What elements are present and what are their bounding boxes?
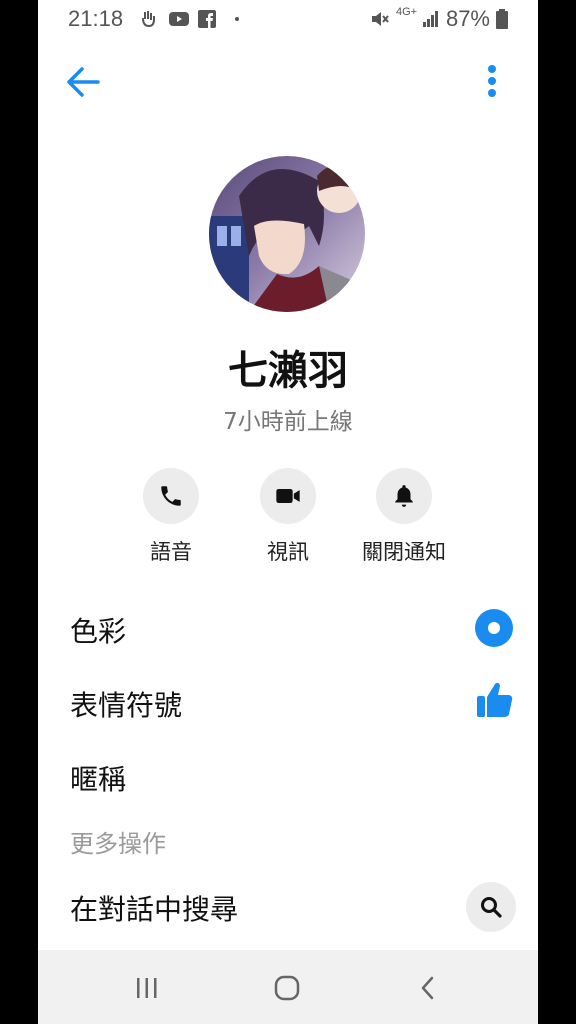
left-border (0, 0, 38, 1024)
signal-icon (423, 11, 438, 27)
thumbs-up-icon (477, 682, 513, 717)
color-label: 色彩 (70, 615, 127, 648)
more-options-button[interactable] (480, 62, 504, 102)
mute-icon (372, 12, 389, 26)
color-swatch-icon (475, 609, 513, 647)
color-row[interactable]: 色彩 (70, 604, 513, 654)
contact-name: 七瀨羽 (228, 348, 348, 394)
video-call-button[interactable]: 視訊 (228, 468, 348, 566)
network-label: 4G+ (396, 6, 418, 18)
more-vertical-icon (488, 65, 496, 97)
video-call-circle[interactable] (260, 468, 316, 524)
battery-icon (496, 9, 508, 29)
battery-percent: 87% (445, 6, 490, 31)
back-nav-icon[interactable] (418, 975, 438, 1001)
mute-notifications-button[interactable]: 關閉通知 (344, 468, 464, 566)
system-navigation-bar (38, 950, 538, 1024)
voice-call-label: 語音 (150, 540, 192, 564)
phone-screen: 21:18 4G+ 87% 七瀨羽 7小時前上線 語音 視訊 關閉通知 色彩 表… (38, 0, 538, 1024)
mute-notifications-label: 關閉通知 (362, 540, 446, 564)
status-bar: 21:18 4G+ 87% (38, 0, 538, 38)
voice-call-button[interactable]: 語音 (111, 468, 231, 566)
bell-icon (395, 485, 413, 507)
nickname-row[interactable]: 暱稱 (70, 752, 510, 802)
emoji-row[interactable]: 表情符號 (70, 678, 513, 728)
youtube-icon (169, 12, 189, 26)
status-time: 21:18 (68, 6, 124, 31)
right-border (538, 0, 576, 1024)
emoji-label: 表情符號 (70, 689, 183, 722)
profile-avatar[interactable] (209, 156, 365, 312)
more-actions-header: 更多操作 (70, 830, 166, 858)
avatar-image (209, 156, 365, 312)
nickname-label: 暱稱 (70, 763, 127, 796)
search-conversation-row[interactable]: 在對話中搜尋 (70, 882, 516, 932)
arrow-left-icon (67, 67, 100, 97)
presence-status: 7小時前上線 (223, 409, 353, 435)
phone-icon (161, 486, 181, 506)
facebook-icon (198, 10, 216, 28)
voice-call-circle[interactable] (143, 468, 199, 524)
search-button[interactable] (466, 882, 516, 932)
recent-apps-icon[interactable] (134, 976, 160, 1000)
search-icon (481, 897, 502, 918)
video-icon (276, 489, 300, 503)
dot-icon (235, 17, 239, 21)
video-call-label: 視訊 (267, 540, 309, 564)
hand-icon (142, 11, 155, 28)
back-button[interactable] (62, 60, 106, 104)
mute-notifications-circle[interactable] (376, 468, 432, 524)
home-icon[interactable] (274, 975, 300, 1001)
search-conversation-label: 在對話中搜尋 (70, 893, 239, 926)
